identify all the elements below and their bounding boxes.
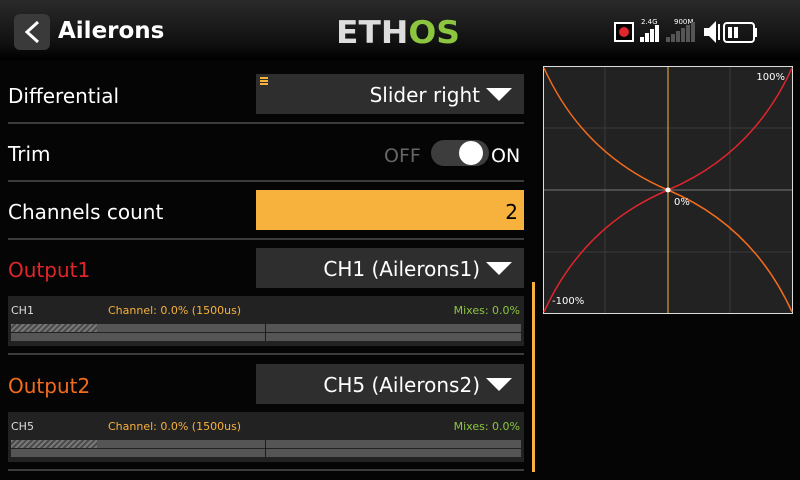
divider [8,180,524,182]
trim-label: Trim [8,142,51,166]
differential-value: Slider right [369,83,480,107]
curve-center-label: 0% [674,197,690,208]
dropdown-arrow-icon [486,88,512,101]
svg-text:ETHOS: ETH OS [336,15,460,48]
output2-dropdown[interactable]: CH5 (Ailerons2) [256,364,524,404]
trim-toggle-knob[interactable] [459,141,483,165]
output1-value: CH1 (Ailerons1) [323,257,480,281]
status-icons: 2.4G 900M [614,18,757,43]
trim-on-label: ON [491,145,521,167]
differential-label: Differential [8,84,120,108]
signal-900-icon: 900M [666,18,695,42]
battery-icon [723,22,757,43]
mixes-bar [11,449,521,457]
svg-text:2.4G: 2.4G [641,18,658,26]
header-bar: Ailerons ETH OS 2.4G 900M [0,0,800,60]
curve-bottom-label: -100% [552,296,585,307]
mixes-bar [11,333,521,341]
trim-off-label: OFF [384,145,421,167]
monitor-mixes: Mixes: 0.0% [453,420,520,433]
divider [8,353,524,355]
output1-label: Output1 [8,258,91,282]
output1-monitor: CH1 Channel: 0.0% (1500us) Mixes: 0.0% [8,296,524,346]
divider [8,122,524,124]
speaker-icon [704,21,720,43]
output2-monitor: CH5 Channel: 0.0% (1500us) Mixes: 0.0% [8,412,524,462]
channel-bar [11,324,521,332]
back-button[interactable] [14,14,50,50]
dropdown-arrow-icon [486,262,512,275]
curve-top-label: 100% [756,72,785,83]
channels-count-label: Channels count [8,200,164,224]
monitor-channel: CH5 [11,420,34,433]
divider [8,238,524,240]
page-title: Ailerons [58,18,165,44]
back-arrow-icon [24,20,40,44]
output2-value: CH5 (Ailerons2) [323,373,480,397]
differential-dropdown[interactable]: Slider right [256,74,524,114]
record-icon [614,22,634,42]
channels-count-value: 2 [505,200,518,224]
menu-icon [260,77,268,86]
monitor-channel-value: Channel: 0.0% (1500us) [108,304,242,317]
monitor-channel: CH1 [11,304,34,317]
svg-text:900M: 900M [674,18,693,26]
monitor-mixes: Mixes: 0.0% [453,304,520,317]
channel-bar [11,440,521,448]
channels-count-field[interactable]: 2 [256,190,524,230]
monitor-channel-value: Channel: 0.0% (1500us) [108,420,242,433]
scrollbar[interactable] [532,282,535,472]
dropdown-arrow-icon [486,378,512,391]
output2-label: Output2 [8,374,91,398]
output1-dropdown[interactable]: CH1 (Ailerons1) [256,248,524,288]
ethos-logo: ETH OS [336,15,460,48]
bar-center-mark [265,440,266,457]
signal-24-icon: 2.4G [640,18,659,42]
curve-graph: 100% 0% -100% [543,66,793,314]
divider [8,469,524,471]
bar-center-mark [265,324,266,341]
curve-point [665,187,671,193]
